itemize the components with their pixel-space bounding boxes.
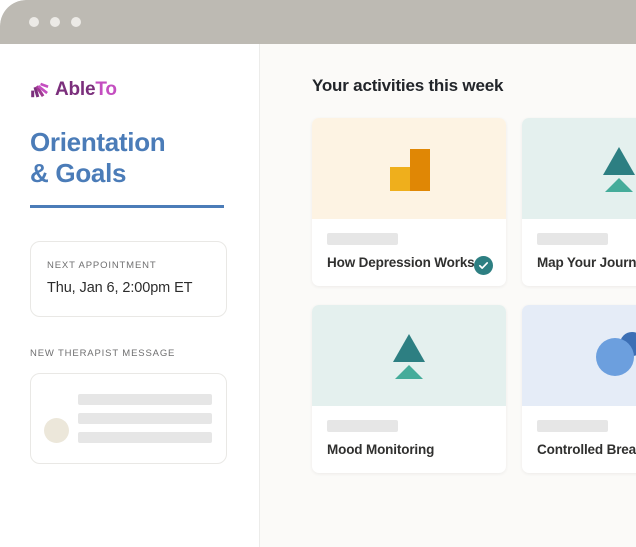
tree-icon [393,333,425,379]
message-placeholder-lines [78,394,212,444]
activity-card-title: How Depression Works [327,255,475,270]
app-window: AbleTo Orientation & Goals NEXT APPOINTM… [0,0,636,547]
sidebar: AbleTo Orientation & Goals NEXT APPOINTM… [0,44,260,547]
therapist-message-label: NEW THERAPIST MESSAGE [30,348,176,360]
window-minimize-dot[interactable] [50,17,60,27]
activity-card-title: Map Your Journe [537,255,636,270]
activity-card-title: Controlled Breat [537,442,636,457]
skeleton-line [78,432,212,444]
activity-card-how-depression-works[interactable]: How Depression Works [312,118,506,286]
next-appointment-card[interactable]: NEXT APPOINTMENT Thu, Jan 6, 2:00pm ET [30,241,227,318]
main-content: Your activities this week How Depression… [260,44,636,547]
skeleton-line [327,420,398,432]
activities-heading: Your activities this week [312,76,504,95]
skeleton-line [537,420,608,432]
therapist-message-card[interactable] [30,373,227,465]
activity-card-controlled-breathing[interactable]: Controlled Breat [522,305,636,473]
ableto-rays-icon [31,82,49,98]
title-underline-rule [30,205,224,209]
brand-logo[interactable]: AbleTo [30,77,229,101]
tree-icon [603,146,635,192]
skeleton-line [537,233,608,245]
bar-chart-icon [390,148,430,191]
activity-card-art [312,305,506,406]
activity-card-body: Map Your Journe [522,219,636,286]
window-close-dot[interactable] [29,17,39,27]
window-titlebar [0,0,636,44]
brand-wordmark: AbleTo [55,80,117,99]
check-glyph [478,262,489,269]
activity-card-title: Mood Monitoring [327,442,435,457]
activity-card-art [522,305,636,406]
activity-grid: How Depression Works Map Your Journe Moo… [312,118,636,473]
brand-name-to: To [95,78,117,100]
skeleton-line [78,413,212,425]
next-appointment-value: Thu, Jan 6, 2:00pm ET [47,280,193,297]
activity-card-art [312,118,506,219]
window-maximize-dot[interactable] [71,17,81,27]
activity-card-body: How Depression Works [312,219,506,286]
next-appointment-label: NEXT APPOINTMENT [47,260,157,272]
skeleton-line [78,394,212,406]
activity-card-art [522,118,636,219]
activity-card-body: Mood Monitoring [312,406,506,473]
activity-card-body: Controlled Breat [522,406,636,473]
activity-card-map-your-journey[interactable]: Map Your Journe [522,118,636,286]
skeleton-line [327,233,398,245]
brand-name-able: Able [55,78,96,100]
window-body: AbleTo Orientation & Goals NEXT APPOINTM… [0,44,636,547]
page-title: Orientation & Goals [30,127,166,188]
check-circle-icon [474,256,493,275]
avatar-placeholder-icon [44,417,69,443]
circles-icon [596,331,636,376]
activity-card-mood-monitoring[interactable]: Mood Monitoring [312,305,506,473]
